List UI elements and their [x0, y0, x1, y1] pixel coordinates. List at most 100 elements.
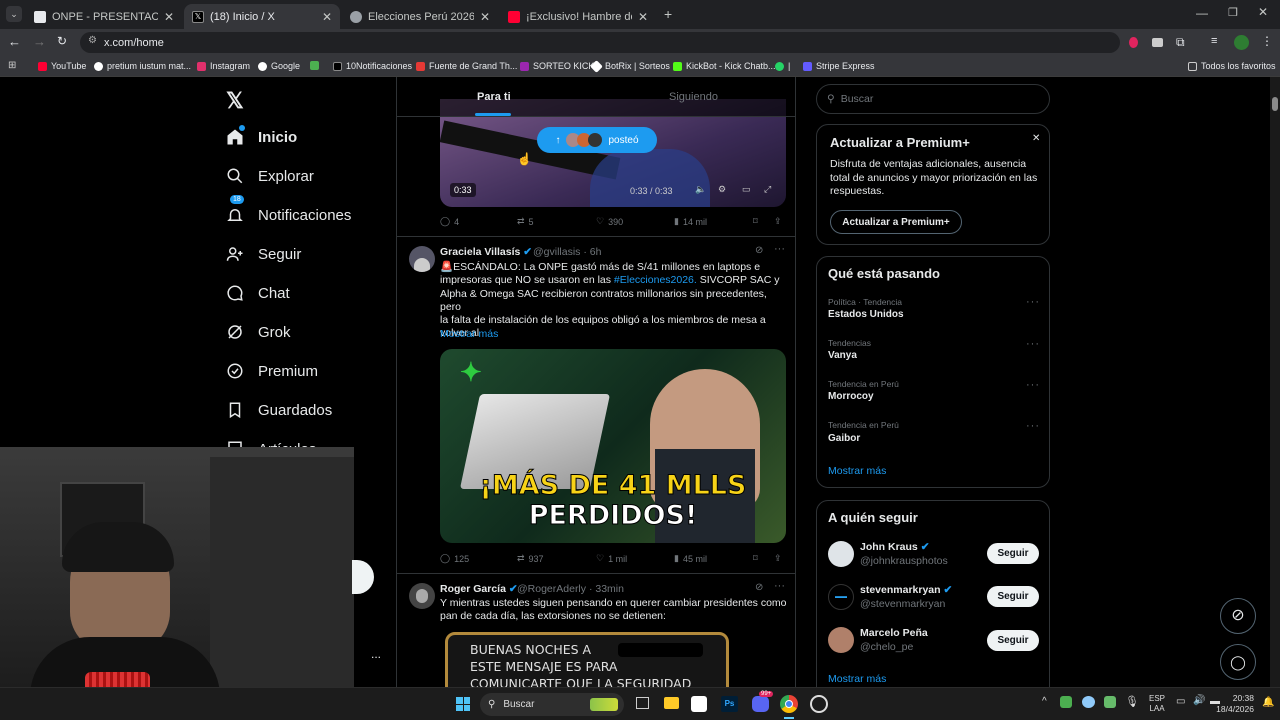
task-view-icon[interactable]: [636, 697, 649, 709]
forward-arrow-icon[interactable]: →: [33, 34, 46, 49]
avatar[interactable]: [828, 541, 854, 567]
new-tab-button[interactable]: +: [664, 6, 672, 22]
views-button[interactable]: ▮ 14 mil: [674, 216, 707, 227]
reload-icon[interactable]: ↻: [57, 34, 67, 48]
tweet-image[interactable]: BUENAS NOCHES A ESTE MENSAJE ES PARA COM…: [445, 632, 729, 687]
volume-icon[interactable]: 🔈: [695, 184, 706, 195]
trend-item[interactable]: Vanya: [828, 350, 857, 361]
all-bookmarks-folder[interactable]: Todos los favoritos: [1188, 61, 1276, 71]
obs-icon[interactable]: [810, 695, 828, 713]
sidebar-item-notificaciones[interactable]: Notificaciones 18: [226, 195, 351, 224]
show-more-follow-link[interactable]: Mostrar más: [828, 673, 886, 685]
close-tab-icon[interactable]: ✕: [164, 10, 174, 24]
discord-icon[interactable]: [752, 696, 769, 712]
bookmark-10notificaciones[interactable]: 10Notificaciones: [333, 61, 412, 71]
bookmark-pretium[interactable]: pretium iustum mat...: [94, 61, 191, 71]
tray-chevron-icon[interactable]: ^: [1042, 696, 1047, 707]
scrollbar-thumb[interactable]: [1272, 97, 1278, 111]
browser-tab-x[interactable]: 𝕏 (18) Inicio / X ✕: [184, 4, 340, 29]
x-logo-icon[interactable]: 𝕏: [226, 88, 244, 114]
reply-button[interactable]: ◯ 4: [440, 216, 459, 227]
tray-cloud-icon[interactable]: [1082, 696, 1095, 708]
sidebar-item-inicio[interactable]: Inicio: [226, 125, 297, 146]
follow-button[interactable]: Seguir: [987, 586, 1039, 607]
suggested-user-name[interactable]: stevenmarkryan ✔: [860, 584, 952, 596]
media-controls-icon[interactable]: ≡: [1211, 35, 1217, 47]
trend-more-icon[interactable]: ···: [1026, 338, 1040, 350]
grok-icon[interactable]: ⊘: [755, 245, 763, 256]
clock[interactable]: 20:38 18/4/2026: [1208, 693, 1254, 715]
taskbar-search[interactable]: ⚲ Buscar: [480, 693, 624, 716]
browser-tab-elecciones[interactable]: Elecciones Perú 2026 — Congr ✕: [342, 4, 498, 29]
window-close-icon[interactable]: ✕: [1258, 5, 1268, 19]
extension-icon[interactable]: [1152, 38, 1163, 47]
profile-avatar[interactable]: [1234, 35, 1249, 50]
notepad-icon[interactable]: [691, 696, 707, 712]
settings-gear-icon[interactable]: ⚙: [718, 184, 726, 195]
close-tab-icon[interactable]: ✕: [638, 10, 648, 24]
more-icon[interactable]: ···: [774, 243, 785, 255]
minimize-icon[interactable]: —: [1196, 6, 1208, 20]
repost-button[interactable]: ⇄ 937: [517, 553, 544, 564]
search-box[interactable]: ⚲ Buscar: [816, 84, 1050, 114]
bookmark-instagram[interactable]: Instagram: [197, 61, 250, 71]
tab-para-ti[interactable]: Para ti: [477, 91, 511, 103]
browser-tab-youtube[interactable]: ¡Exclusivo! Hambre de Roberto ✕: [500, 4, 656, 29]
bookmark-whatsapp[interactable]: |: [775, 61, 790, 71]
url-bar[interactable]: ⚙ x.com/home: [80, 32, 1120, 53]
tray-app-icon[interactable]: [1104, 696, 1116, 708]
file-explorer-icon[interactable]: [664, 697, 679, 709]
bookmark-button[interactable]: ⌑: [753, 553, 758, 564]
avatar[interactable]: [828, 627, 854, 653]
show-more-link[interactable]: Mostrar más: [440, 328, 498, 340]
sidebar-item-grok[interactable]: Grok: [226, 323, 291, 341]
sidebar-item-chat[interactable]: Chat: [226, 284, 290, 302]
extension-icon[interactable]: [1129, 37, 1138, 48]
windows-start-icon[interactable]: [456, 697, 470, 711]
tweet-author-name[interactable]: Graciela Villasís ✔: [440, 246, 532, 258]
sidebar-item-seguir[interactable]: Seguir: [226, 245, 301, 263]
extensions-puzzle-icon[interactable]: ⧉: [1176, 35, 1185, 50]
bookmark-generic[interactable]: [310, 61, 319, 70]
sidebar-item-explorar[interactable]: Explorar: [226, 167, 314, 185]
chat-float-button[interactable]: ◯: [1220, 644, 1256, 680]
close-tab-icon[interactable]: ✕: [322, 10, 332, 24]
grok-drawer-tab[interactable]: [352, 560, 374, 594]
chrome-icon[interactable]: [780, 695, 798, 713]
volume-icon[interactable]: 🔊: [1193, 695, 1205, 706]
sidebar-item-premium[interactable]: Premium: [226, 362, 318, 380]
tab-search-button[interactable]: ⌄: [6, 6, 22, 22]
back-arrow-icon[interactable]: ←: [8, 34, 21, 49]
trend-more-icon[interactable]: ···: [1026, 379, 1040, 391]
browser-tab-onpe[interactable]: ONPE - PRESENTACIÓN DE RES ✕: [26, 4, 182, 29]
more-icon[interactable]: ···: [774, 580, 785, 592]
tweet-author-name[interactable]: Roger García ✔: [440, 583, 518, 595]
bookmark-stripe[interactable]: Stripe Express: [803, 61, 875, 71]
trend-item[interactable]: Estados Unidos: [828, 309, 904, 320]
photoshop-icon[interactable]: Ps: [721, 696, 738, 712]
bookmark-google[interactable]: Google: [258, 61, 300, 71]
tray-app-icon[interactable]: [1060, 696, 1072, 708]
menu-kebab-icon[interactable]: ⋮: [1261, 34, 1273, 48]
follow-button[interactable]: Seguir: [987, 543, 1039, 564]
trend-more-icon[interactable]: ···: [1026, 420, 1040, 432]
trend-item[interactable]: Morrocoy: [828, 391, 874, 402]
reply-button[interactable]: ◯ 125: [440, 553, 469, 564]
close-icon[interactable]: ✕: [1032, 133, 1040, 144]
language-indicator[interactable]: ESP LAA: [1149, 694, 1165, 714]
avatar[interactable]: [409, 246, 435, 272]
new-posts-pill[interactable]: ↑ posteó: [537, 127, 657, 153]
grok-float-button[interactable]: ⊘: [1220, 598, 1256, 634]
picture-in-picture-icon[interactable]: ▭: [742, 184, 751, 195]
grok-icon[interactable]: ⊘: [755, 582, 763, 593]
notification-bell-icon[interactable]: 🔔: [1262, 697, 1274, 708]
show-more-trends-link[interactable]: Mostrar más: [828, 465, 886, 477]
avatar[interactable]: [409, 583, 435, 609]
bookmark-kickbot[interactable]: KickBot - Kick Chatb...: [673, 61, 776, 71]
upgrade-premium-button[interactable]: Actualizar a Premium+: [830, 210, 962, 234]
avatar[interactable]: ▬▬: [828, 584, 854, 610]
trend-item[interactable]: Gaibor: [828, 433, 860, 444]
more-options-icon[interactable]: ...: [371, 647, 381, 661]
bookmark-botrix[interactable]: BotRix | Sorteos: [590, 59, 670, 73]
apps-grid-icon[interactable]: ⊞: [8, 60, 16, 71]
